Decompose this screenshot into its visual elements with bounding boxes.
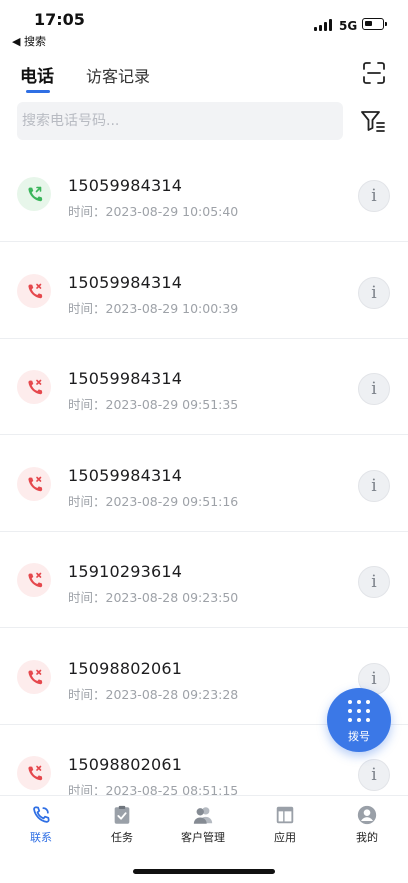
dial-button[interactable]: 拨号 [327,688,391,752]
call-timestamp: 时间：2023-08-28 09:23:28 [68,686,239,702]
info-button[interactable]: i [358,759,390,791]
missed-call-icon [17,563,51,597]
tab-visitor-records[interactable]: 访客记录 [86,63,150,87]
nav-item-tasks[interactable]: 任务 [82,796,162,852]
call-phone-number: 15059984314 [68,176,183,195]
nav-label-customers: 客户管理 [181,831,225,844]
info-button[interactable]: i [358,566,390,598]
tab-phone[interactable]: 电话 [20,62,54,87]
call-timestamp: 时间：2023-08-29 10:00:39 [68,300,239,316]
missed-call-icon [17,659,51,694]
call-timestamp: 时间：2023-08-29 09:51:16 [68,493,239,509]
nav-item-contacts[interactable]: 联系 [1,796,81,852]
customers-icon [193,807,213,824]
missed-call-icon [17,370,51,404]
nav-item-me[interactable]: 我的 [327,796,407,852]
call-log-item[interactable]: 15059984314 时间：2023-08-29 09:51:35 i [0,339,408,435]
profile-icon [357,805,377,825]
call-phone-number: 15098802061 [68,658,183,678]
info-button[interactable]: i [358,276,390,309]
call-phone-number: 15910293614 [68,562,183,581]
missed-call-icon [17,756,51,790]
active-tab-indicator [26,90,50,93]
status-bar: 17:05 ◀ 搜索 5G [0,0,408,48]
nav-label-contacts: 联系 [30,831,52,844]
missed-call-icon [17,273,51,308]
call-log-item[interactable]: 15059984314 时间：2023-08-29 10:05:40 i [0,146,408,242]
dial-button-label: 拨号 [348,730,370,743]
network-type: 5G [339,19,358,33]
phone-icon [33,806,50,823]
info-button[interactable]: i [358,469,390,502]
home-indicator [133,869,275,874]
info-button[interactable]: i [358,180,390,212]
cellular-signal-icon [314,19,334,31]
call-log-item[interactable]: 15910293614 时间：2023-08-28 09:23:50 i [0,532,408,628]
call-log-item[interactable]: 15059984314 时间：2023-08-29 09:51:16 i [0,436,408,532]
bottom-nav: 联系 任务 客户管理 应用 我的 [0,795,408,852]
nav-item-customers[interactable]: 客户管理 [163,796,243,852]
call-timestamp: 时间：2023-08-29 09:51:35 [68,397,239,412]
info-button[interactable]: i [358,373,390,405]
nav-label-me: 我的 [356,831,378,844]
filter-icon[interactable] [360,108,386,134]
back-to-search-link[interactable]: ◀ 搜索 [12,33,46,49]
search-box [17,102,348,140]
call-timestamp: 时间：2023-08-29 10:05:40 [68,204,239,219]
apps-icon [276,806,294,824]
nav-label-tasks: 任务 [111,831,133,844]
task-clipboard-icon [114,805,130,824]
call-log-item[interactable]: 15059984314 时间：2023-08-29 10:00:39 i [0,243,408,339]
dialpad-icon [348,700,370,722]
scan-icon[interactable] [362,61,386,85]
status-time: 17:05 [34,10,85,29]
call-phone-number: 15059984314 [68,465,183,485]
nav-label-apps: 应用 [274,831,296,844]
search-input[interactable] [17,102,348,140]
call-phone-number: 15098802061 [68,755,183,774]
answered-call-icon [17,177,51,211]
missed-call-icon [17,466,51,501]
call-phone-number: 15059984314 [68,272,183,292]
call-timestamp: 时间：2023-08-28 09:23:50 [68,590,239,605]
nav-item-apps[interactable]: 应用 [245,796,325,852]
call-phone-number: 15059984314 [68,369,183,388]
battery-icon [362,18,387,30]
